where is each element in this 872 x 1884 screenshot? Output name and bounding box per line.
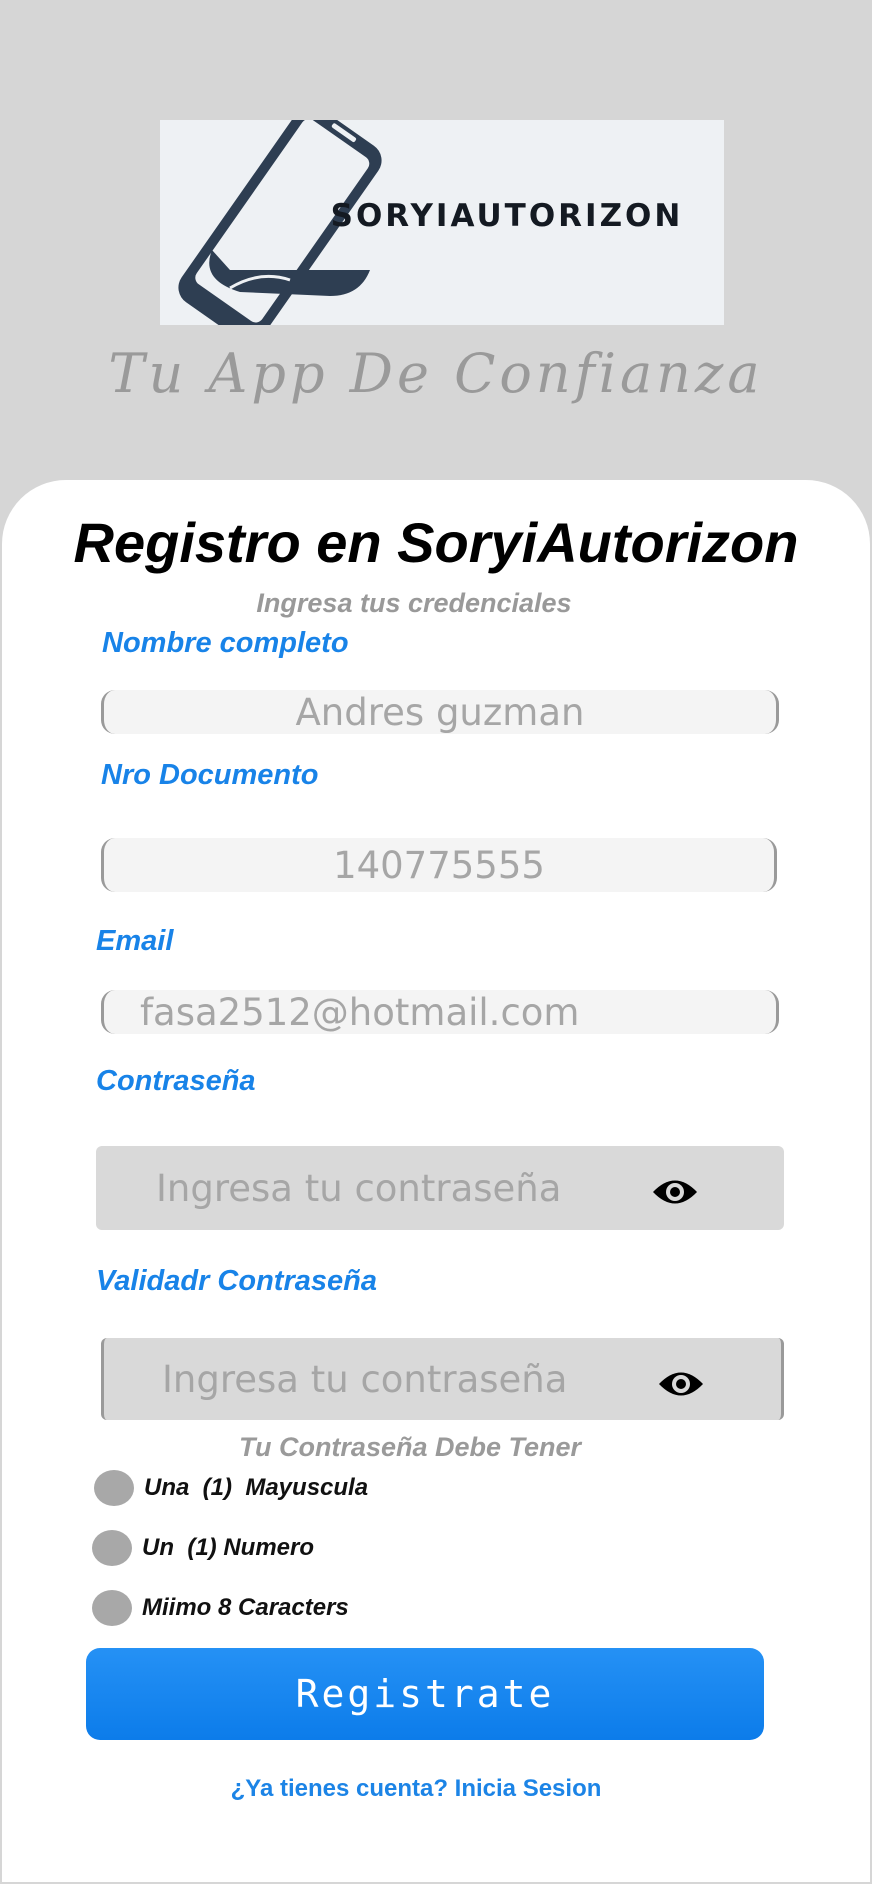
name-value: Andres guzman — [295, 690, 585, 734]
password-requirements-title: Tu Contraseña Debe Tener — [238, 1432, 582, 1462]
confirm-password-placeholder: Ingresa tu contraseña — [162, 1357, 568, 1401]
requirement-item: Una (1) Mayuscula — [94, 1470, 368, 1506]
register-screen: SORYIAUTORIZON Tu App De Confianza Regis… — [0, 0, 872, 1884]
requirement-item: Un (1) Numero — [92, 1530, 314, 1566]
requirement-status-dot — [92, 1590, 132, 1626]
requirement-status-dot — [94, 1470, 134, 1506]
page-subtitle: Ingresa tus credenciales — [256, 588, 572, 618]
requirement-text: Un (1) Numero — [142, 1534, 315, 1561]
brand-name: SORYIAUTORIZON — [330, 198, 684, 234]
email-field[interactable]: fasa2512@hotmail.com — [101, 990, 779, 1034]
tagline: Tu App De Confianza — [108, 342, 764, 405]
name-label: Nombre completo — [102, 627, 349, 659]
page-title: Registro en SoryiAutorizon — [73, 511, 799, 574]
requirement-text: Miimo 8 Caracters — [142, 1594, 349, 1621]
confirm-password-label: Validadr Contraseña — [96, 1265, 377, 1297]
document-field[interactable]: 140775555 — [101, 838, 777, 892]
eye-icon[interactable] — [651, 1175, 699, 1209]
name-field[interactable]: Andres guzman — [101, 690, 779, 734]
email-label: Email — [96, 925, 174, 957]
login-link[interactable]: ¿Ya tienes cuenta? Inicia Sesion — [0, 1775, 832, 1803]
requirement-status-dot — [92, 1530, 132, 1566]
email-value: fasa2512@hotmail.com — [140, 990, 580, 1034]
register-button[interactable]: Registrate — [86, 1648, 764, 1740]
document-value: 140775555 — [333, 843, 545, 887]
password-label: Contraseña — [96, 1065, 256, 1097]
password-placeholder: Ingresa tu contraseña — [156, 1166, 562, 1210]
eye-icon[interactable] — [657, 1367, 705, 1401]
requirement-item: Miimo 8 Caracters — [92, 1590, 349, 1626]
document-label: Nro Documento — [101, 759, 319, 791]
requirement-text: Una (1) Mayuscula — [144, 1474, 369, 1501]
brand-logo: SORYIAUTORIZON — [160, 120, 724, 325]
